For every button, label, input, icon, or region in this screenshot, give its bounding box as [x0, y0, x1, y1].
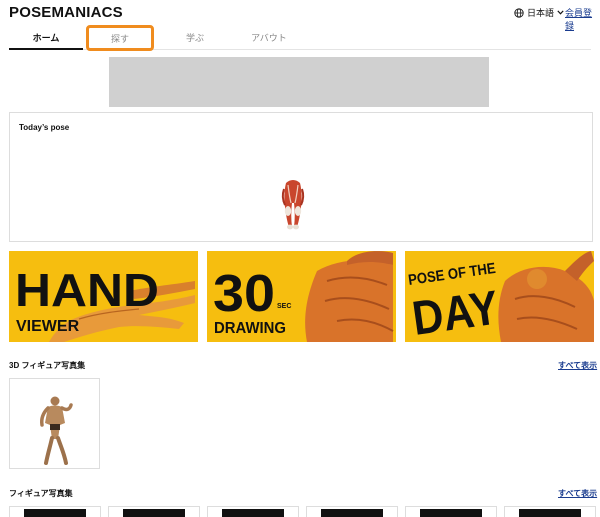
language-selector[interactable]: 日本語 — [514, 6, 564, 19]
figure-thumbnail[interactable] — [207, 506, 299, 517]
figure-thumbnail[interactable] — [108, 506, 200, 517]
tab-search[interactable]: 探す — [86, 25, 154, 51]
feature-banners: HAND VIEWER 30 SEC DRAWING POSE OF THE D… — [9, 251, 594, 342]
figure-thumbnail-image — [321, 509, 383, 517]
language-label: 日本語 — [527, 8, 555, 18]
section-3d-figure-see-all[interactable]: すべて表示 — [558, 360, 597, 371]
site-logo[interactable]: POSEMANIACS — [9, 4, 123, 21]
figure-thumbnail[interactable] — [9, 506, 101, 517]
figure-thumbnail[interactable] — [405, 506, 497, 517]
section-figure-see-all[interactable]: すべて表示 — [558, 488, 597, 499]
figure-thumbnail-image — [420, 509, 482, 517]
3d-figure-thumbnail[interactable] — [9, 378, 100, 469]
hand-viewer-banner[interactable]: HAND VIEWER — [9, 251, 198, 342]
figure-thumbnail-image — [519, 509, 581, 517]
figure-thumbnail-image — [222, 509, 284, 517]
ad-banner-placeholder[interactable] — [109, 57, 489, 107]
hand-banner-subtitle: VIEWER — [16, 318, 80, 335]
figure-thumbnail-image — [123, 509, 185, 517]
pose-figure-image — [278, 177, 308, 238]
figure-thumbnail-row — [9, 506, 600, 517]
figure-thumbnail[interactable] — [504, 506, 596, 517]
todays-pose-card[interactable]: Today’s pose — [9, 112, 593, 242]
tab-home[interactable]: ホーム — [9, 26, 83, 50]
main-nav-tabs: ホーム 探す 学ぶ アバウト — [9, 25, 591, 51]
figure-thumbnail[interactable] — [306, 506, 398, 517]
figure-model-image — [40, 396, 73, 465]
todays-pose-title: Today’s pose — [19, 123, 70, 132]
site-header: POSEMANIACS 日本語 会員登録 — [0, 0, 600, 31]
chevron-down-icon — [557, 10, 564, 15]
30sec-banner-sec: SEC — [277, 303, 291, 310]
tab-learn[interactable]: 学ぶ — [159, 26, 231, 49]
figure-thumbnail-image — [24, 509, 86, 517]
30sec-banner-subtitle: DRAWING — [214, 320, 286, 337]
tab-about[interactable]: アバウト — [231, 26, 307, 49]
potd-banner-line2: DAY — [409, 281, 502, 342]
hand-banner-title: HAND — [15, 264, 159, 316]
section-3d-figure-title: 3D フィギュア写真集 — [9, 361, 86, 370]
section-figure-title: フィギュア写真集 — [9, 489, 73, 498]
30sec-banner-number: 30 — [213, 265, 275, 323]
30sec-drawing-banner[interactable]: 30 SEC DRAWING — [207, 251, 396, 342]
pose-of-the-day-banner[interactable]: POSE OF THE DAY — [405, 251, 594, 342]
globe-icon — [514, 7, 524, 18]
